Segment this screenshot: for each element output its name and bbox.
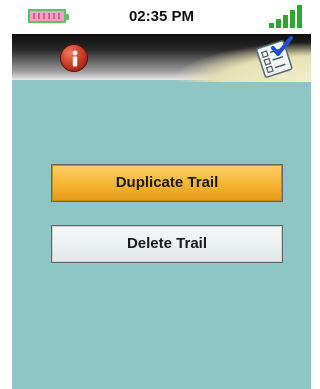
clock: 02:35 PM [128,8,195,25]
signal-strength-icon [269,4,303,28]
delete-trail-button[interactable]: Delete Trail [51,225,283,263]
status-bar: 02:35 PM [12,0,311,34]
main-content: Duplicate Trail Delete Trail [12,80,311,389]
duplicate-trail-button[interactable]: Duplicate Trail [51,164,283,202]
app-screen: 02:35 PM Duplicate Trail Delete Trail [12,0,311,389]
toolbar [12,34,311,82]
checklist-icon[interactable] [251,34,297,80]
info-icon[interactable] [60,44,88,72]
